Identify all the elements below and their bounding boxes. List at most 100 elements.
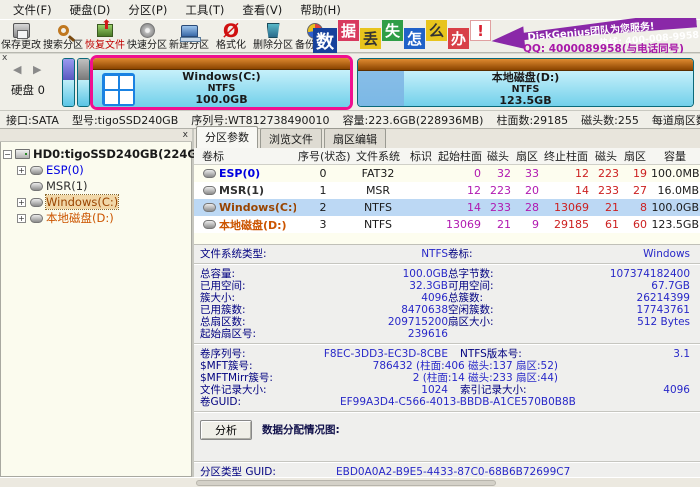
tree-item-label: Windows(C:) (46, 195, 118, 209)
tree-item-hd0[interactable]: − HD0:tigoSSD240GB(224GB) (3, 146, 189, 162)
cell-end-cylinder: 14 (541, 184, 591, 197)
analyze-button[interactable]: 分析 (200, 420, 252, 440)
column-header[interactable]: 起始柱面 (436, 148, 483, 164)
detail-value: 8470638 (312, 304, 448, 316)
column-header[interactable]: 卷标 (194, 148, 296, 164)
column-header[interactable]: 序号(状态) (296, 148, 350, 164)
tree-item-local-d[interactable]: + 本地磁盘(D:) (3, 210, 189, 226)
column-header[interactable]: 磁头 (483, 148, 513, 164)
partition-bar-msr[interactable] (77, 58, 90, 107)
cell-end-head: 223 (591, 167, 621, 180)
detail-value: 1024 (312, 384, 448, 396)
detail-value: EF99A3D4-C566-4013-BBDB-A1CE570B0B8B (312, 396, 604, 408)
disk-bar-panel: x ◀ ▶ 硬盘 0 Windows(C:) NTFS 100.0GB 本地磁盘… (0, 53, 700, 110)
column-header[interactable]: 标识 (406, 148, 436, 164)
menu-view[interactable]: 查看(V) (235, 1, 289, 19)
menu-disk[interactable]: 硬盘(D) (63, 1, 118, 19)
cell-index: 2 (296, 201, 350, 214)
recover-files-button[interactable]: 恢复文件 (84, 20, 126, 52)
partition-bar-windows-c[interactable]: Windows(C:) NTFS 100.0GB (90, 55, 353, 110)
disk-info-model: 型号:tigoSSD240GB (72, 112, 178, 128)
detail-value: 32.3GB (312, 280, 448, 292)
detail-value: 3.1 (604, 348, 694, 360)
allocation-map-area (194, 442, 700, 458)
detail-label: 索引记录大小: (448, 384, 604, 396)
cell-end-cylinder: 29185 (541, 218, 591, 231)
cell-end-head: 233 (591, 184, 621, 197)
detail-value: 67.7GB (604, 280, 694, 292)
tab-partition-parameters[interactable]: 分区参数 (196, 126, 258, 148)
menu-partition[interactable]: 分区(P) (121, 1, 174, 19)
cell-end-sector: 8 (621, 201, 649, 214)
detail-label: 可用空间: (448, 280, 604, 292)
expand-icon[interactable]: + (17, 214, 26, 223)
tile-char: 据 (338, 20, 359, 41)
cell-end-sector: 60 (621, 218, 649, 231)
detail-label: 分区类型 GUID: (200, 466, 336, 477)
cell-end-head: 21 (591, 201, 621, 214)
separator (194, 461, 700, 463)
save-changes-label: 保存更改 (1, 40, 41, 51)
cell-end-cylinder: 13069 (541, 201, 591, 214)
detail-value: Windows (604, 248, 694, 260)
column-header[interactable]: 容量 (649, 148, 700, 164)
detail-value: F8EC-3DD3-EC3D-8CBE (312, 348, 448, 360)
column-header[interactable]: 扇区 (621, 148, 649, 164)
tree-item-msr[interactable]: MSR(1) (3, 178, 189, 194)
disk-info-cylinders: 柱面数:29185 (496, 112, 568, 128)
collapse-icon[interactable]: − (3, 150, 12, 159)
expand-icon[interactable]: + (17, 166, 26, 175)
detail-label: $MFTMirr簇号: (200, 372, 312, 384)
partition-icon (203, 169, 216, 178)
cell-index: 3 (296, 218, 350, 231)
tree-item-esp[interactable]: + ESP(0) (3, 162, 189, 178)
table-row-windows-c[interactable]: Windows(C:) 2 NTFS 14 233 28 13069 21 8 … (194, 199, 700, 216)
column-header[interactable]: 扇区 (513, 148, 541, 164)
save-changes-button[interactable]: 保存更改 (0, 20, 42, 52)
quick-partition-button[interactable]: 快速分区 (126, 20, 168, 52)
scrollbar-thumb[interactable] (196, 480, 496, 486)
tile-char: ! (470, 20, 491, 41)
tree-panel-close-icon[interactable]: x (183, 129, 188, 141)
disk-panel-close-icon[interactable]: x (2, 54, 7, 63)
table-row-msr[interactable]: MSR(1) 1 MSR 12 223 20 14 233 27 16.0MB (194, 182, 700, 199)
disk-info-bar: 接口:SATA 型号:tigoSSD240GB 序列号:WT8127384900… (0, 110, 700, 129)
cell-filesystem: MSR (350, 184, 406, 197)
partition-icon (203, 203, 216, 212)
tree-item-windows-c[interactable]: + Windows(C:) (3, 194, 189, 210)
partition-bar-local-d[interactable]: 本地磁盘(D:) NTFS 123.5GB (357, 58, 694, 107)
menu-file[interactable]: 文件(F) (6, 1, 59, 19)
horizontal-scrollbar[interactable] (0, 477, 700, 487)
tree-item-label: 本地磁盘(D:) (46, 210, 114, 226)
tab-sector-edit[interactable]: 扇区编辑 (324, 128, 386, 148)
partition-bar-esp[interactable] (62, 58, 75, 107)
disk-nav-arrows[interactable]: ◀ ▶ (13, 63, 45, 76)
detail-label: 簇大小: (200, 292, 312, 304)
cell-start-sector: 20 (513, 184, 541, 197)
disk-info-heads: 磁头数:255 (581, 112, 639, 128)
column-header[interactable]: 文件系统 (350, 148, 406, 164)
detail-label: 总字节数: (448, 268, 604, 280)
column-header[interactable]: 磁头 (591, 148, 621, 164)
table-row-local-d[interactable]: 本地磁盘(D:) 3 NTFS 13069 21 9 29185 61 60 1… (194, 216, 700, 233)
search-partition-button[interactable]: 搜索分区 (42, 20, 84, 52)
table-header-row: 卷标 序号(状态) 文件系统 标识 起始柱面 磁头 扇区 终止柱面 磁头 扇区 … (194, 148, 700, 165)
format-button[interactable]: Ø 格式化 (210, 20, 252, 52)
tab-browse-files[interactable]: 浏览文件 (260, 128, 322, 148)
detail-value: NTFS (312, 248, 448, 260)
menu-help[interactable]: 帮助(H) (293, 1, 348, 19)
cell-start-head: 32 (483, 167, 513, 180)
new-partition-button[interactable]: 新建分区 (168, 20, 210, 52)
separator (194, 263, 700, 265)
table-row-esp[interactable]: ESP(0) 0 FAT32 0 32 33 12 223 19 100.0MB (194, 165, 700, 182)
delete-partition-button[interactable]: 删除分区 (252, 20, 294, 52)
detail-label: 扇区大小: (448, 316, 604, 328)
ad-banner[interactable]: 数 据 丢 失 怎 么 办 ! DiskGenius团队为您服务! 热线: 40… (311, 18, 700, 53)
menu-tools[interactable]: 工具(T) (178, 1, 231, 19)
quick-partition-label: 快速分区 (127, 40, 167, 51)
cell-end-sector: 27 (621, 184, 649, 197)
expand-icon[interactable]: + (17, 198, 26, 207)
cell-volume-label: MSR(1) (219, 184, 264, 197)
tab-bar: 分区参数 浏览文件 扇区编辑 (194, 129, 700, 148)
column-header[interactable]: 终止柱面 (541, 148, 591, 164)
